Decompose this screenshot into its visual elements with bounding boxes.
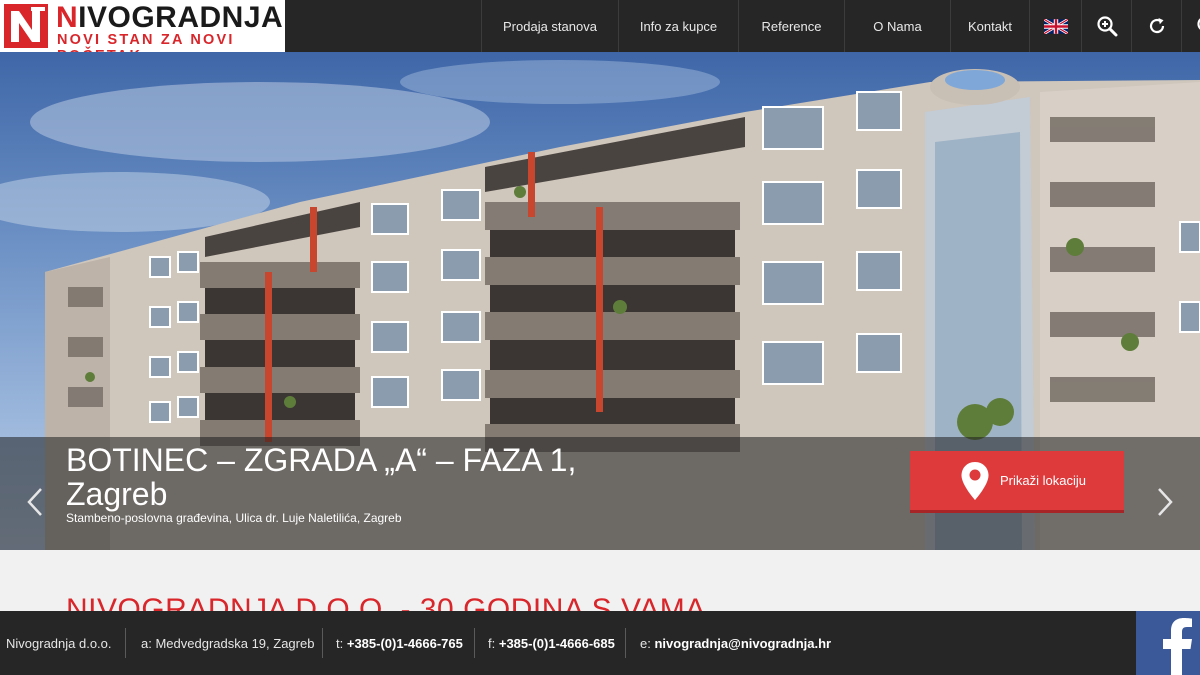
contact-footer: Nivogradnja d.o.o. a: Medvedgradska 19, … <box>0 611 1200 675</box>
footer-phone-prefix: t: <box>336 635 344 651</box>
project-title: BOTINEC – ZGRADA „A“ – FAZA 1, Zagreb <box>66 443 626 511</box>
facebook-icon <box>1163 618 1192 675</box>
brand-name-rest: IVOGRADNJA <box>78 1 284 34</box>
logo-mark-icon <box>4 4 48 48</box>
footer-divider <box>474 628 475 658</box>
brand-name: NIVOGRADNJA <box>56 2 283 34</box>
footer-phone[interactable]: t: +385-(0)1-4666-765 <box>336 611 463 675</box>
zoom-out-button[interactable] <box>1181 0 1200 52</box>
language-switch-button[interactable] <box>1029 0 1081 52</box>
intro-section: NIVOGRADNJA D.O.O. - 30 GODINA S VAMA <box>0 550 1200 611</box>
map-pin-icon <box>961 461 989 500</box>
logo[interactable]: NIVOGRADNJA NOVI STAN ZA NOVI POČETAK <box>0 0 285 64</box>
zoom-out-icon <box>1196 17 1200 31</box>
footer-divider <box>322 628 323 658</box>
nav-item-info-za-kupce[interactable]: Info za kupce <box>618 0 738 52</box>
slider-prev-button[interactable] <box>20 480 50 524</box>
chevron-left-icon <box>27 488 42 516</box>
brand-name-initial: N <box>56 1 79 34</box>
uk-flag-icon <box>1043 18 1068 34</box>
footer-fax-prefix: f: <box>488 635 496 651</box>
footer-address-value: Medvedgradska 19, Zagreb <box>155 635 315 651</box>
footer-fax-value: +385-(0)1-4666-685 <box>498 635 615 651</box>
site-header: NIVOGRADNJA NOVI STAN ZA NOVI POČETAK Pr… <box>0 0 1200 64</box>
footer-address-prefix: a: <box>141 635 152 651</box>
reset-zoom-button[interactable] <box>1131 0 1181 52</box>
section-heading: NIVOGRADNJA D.O.O. - 30 GODINA S VAMA <box>66 593 706 611</box>
hero-slider: BOTINEC – ZGRADA „A“ – FAZA 1, Zagreb Sta… <box>0 52 1200 550</box>
footer-fax: f: +385-(0)1-4666-685 <box>488 611 615 675</box>
main-nav: Prodaja stanova Info za kupce Reference … <box>481 0 1200 52</box>
project-title-line2: Zagreb <box>66 476 168 512</box>
footer-email-value[interactable]: nivogradnja@nivogradnja.hr <box>654 636 831 651</box>
facebook-button[interactable] <box>1136 611 1200 675</box>
footer-divider <box>625 628 626 658</box>
zoom-in-icon <box>1096 16 1117 37</box>
project-subtitle: Stambeno-poslovna građevina, Ulica dr. L… <box>66 511 402 525</box>
zoom-in-button[interactable] <box>1081 0 1131 52</box>
footer-divider <box>125 628 126 658</box>
show-location-button[interactable]: Prikaži lokaciju <box>910 451 1124 513</box>
footer-company: Nivogradnja d.o.o. <box>6 635 112 651</box>
show-location-label: Prikaži lokaciju <box>1000 473 1086 488</box>
nav-item-o-nama[interactable]: O Nama <box>844 0 950 52</box>
refresh-icon <box>1149 18 1164 34</box>
nav-item-prodaja-stanova[interactable]: Prodaja stanova <box>481 0 618 52</box>
slider-next-button[interactable] <box>1150 480 1180 524</box>
nav-item-reference[interactable]: Reference <box>738 0 844 52</box>
chevron-right-icon <box>1158 488 1173 516</box>
footer-address: a: Medvedgradska 19, Zagreb <box>141 611 314 675</box>
footer-email[interactable]: e: nivogradnja@nivogradnja.hr <box>640 611 831 675</box>
project-title-line1: BOTINEC – ZGRADA „A“ – FAZA 1, <box>66 442 577 478</box>
footer-email-prefix: e: <box>640 635 651 651</box>
nav-item-kontakt[interactable]: Kontakt <box>950 0 1029 52</box>
footer-phone-value[interactable]: +385-(0)1-4666-765 <box>347 636 463 651</box>
